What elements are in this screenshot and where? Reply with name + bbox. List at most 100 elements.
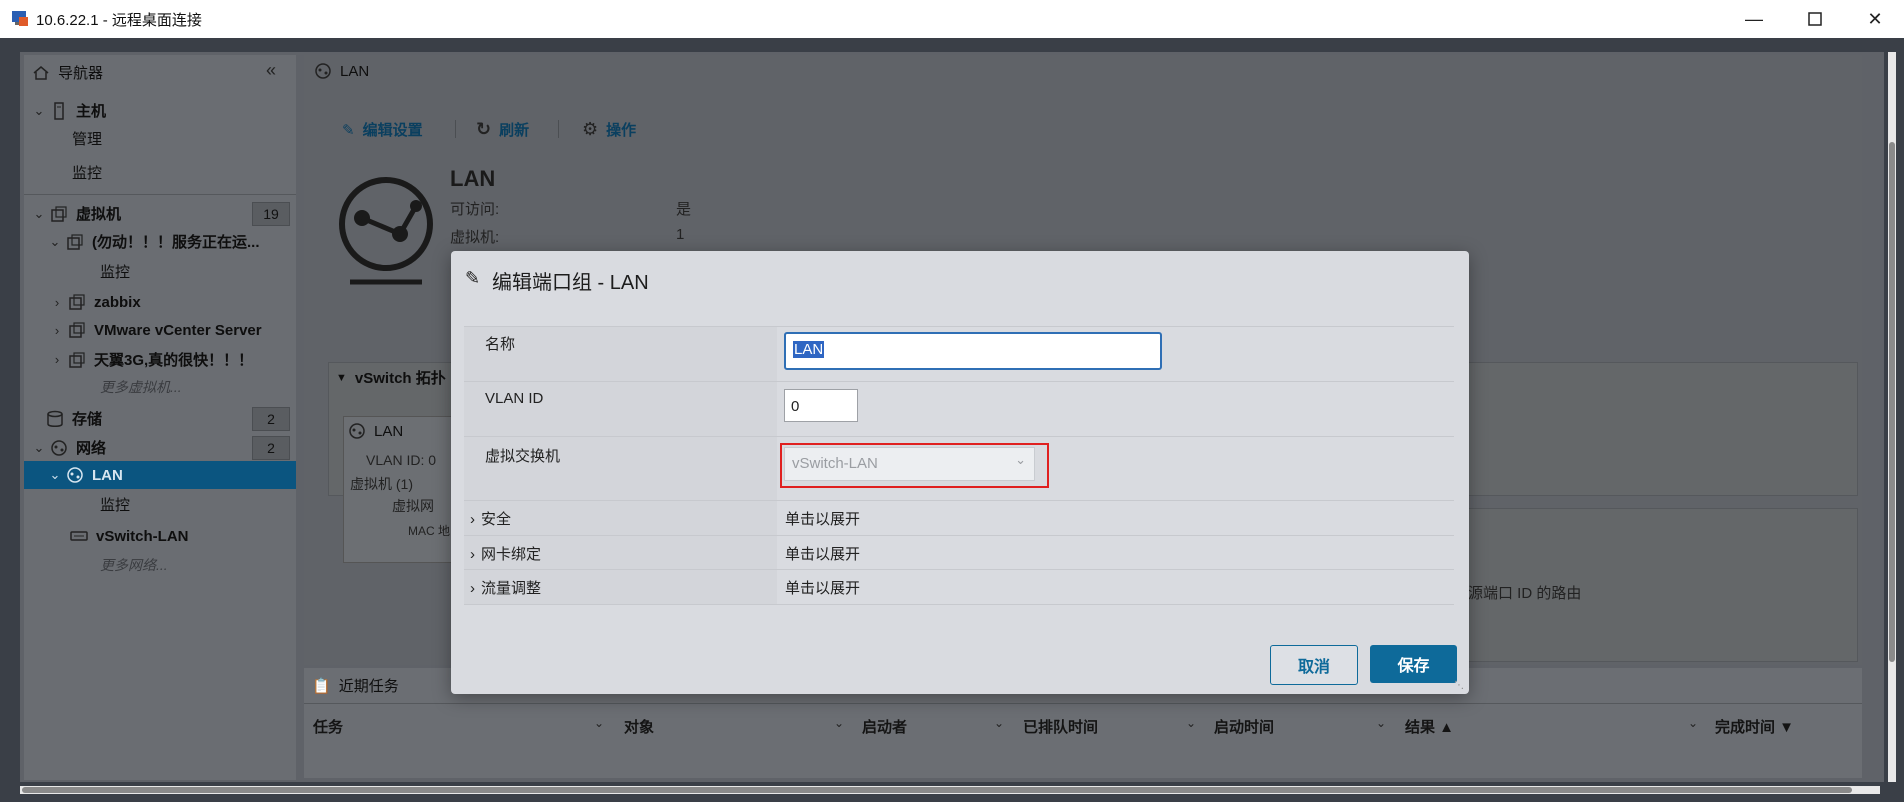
divider: [464, 500, 1454, 501]
storage-count-badge: 2: [252, 407, 290, 431]
chevron-right-icon[interactable]: ›: [470, 580, 475, 597]
minimize-icon[interactable]: —: [1739, 6, 1769, 32]
vm-icon: [69, 322, 85, 338]
info-value: 是: [676, 201, 692, 218]
scrollbar-thumb[interactable]: [22, 787, 1852, 793]
close-icon[interactable]: ✕: [1860, 6, 1890, 32]
recent-tasks-header: 📋 近期任务: [312, 677, 399, 696]
chevron-down-icon[interactable]: ⌄: [48, 467, 62, 483]
actions-button[interactable]: ⚙ 操作: [582, 119, 636, 140]
chevron-down-icon[interactable]: ⌄: [834, 716, 844, 730]
column-header-completed[interactable]: 完成时间 ▼: [1715, 716, 1794, 737]
column-header-started[interactable]: 启动时间: [1214, 716, 1274, 737]
chevron-down-icon[interactable]: ⌄: [994, 716, 1004, 730]
collapse-navigator-icon[interactable]: «: [266, 60, 276, 81]
cancel-button[interactable]: 取消: [1270, 645, 1358, 685]
divider: [464, 326, 1454, 327]
topology-header[interactable]: ▼ vSwitch 拓扑: [336, 367, 446, 388]
topology-vlan: VLAN ID: 0: [366, 452, 437, 468]
security-expand-hint[interactable]: 单击以展开: [785, 508, 860, 529]
nav-storage[interactable]: 存储: [46, 408, 102, 429]
scrollbar-thumb[interactable]: [1889, 142, 1895, 662]
topology-vms[interactable]: 虚拟机 (1): [350, 474, 413, 494]
column-header-queued[interactable]: 已排队时间: [1023, 716, 1098, 737]
info-key: 可访问:: [450, 201, 500, 218]
chevron-down-icon[interactable]: ⌄: [1186, 716, 1196, 730]
vm-icon: [69, 294, 85, 310]
divider: [464, 569, 1454, 570]
chevron-right-icon[interactable]: ›: [470, 511, 475, 528]
portgroup-icon: [315, 63, 331, 79]
chevron-down-icon[interactable]: ⌄: [32, 206, 46, 222]
nav-vm-item[interactable]: › zabbix: [50, 293, 141, 311]
chevron-down-icon[interactable]: ⌄: [1376, 716, 1386, 730]
window-titlebar: 10.6.22.1 - 远程桌面连接 — ✕: [0, 0, 1904, 38]
chevron-down-icon[interactable]: ⌄: [32, 440, 46, 456]
info-key: 虚拟机:: [450, 229, 500, 246]
chevron-down-icon[interactable]: ⌄: [48, 234, 62, 250]
vlan-id-field[interactable]: 0: [784, 389, 858, 422]
divider: [464, 436, 1454, 437]
navigator-header: 导航器: [32, 62, 103, 83]
traffic-shaping-expand-hint[interactable]: 单击以展开: [785, 577, 860, 598]
main-header: LAN: [314, 62, 369, 80]
chevron-down-icon[interactable]: ⌄: [594, 716, 604, 730]
chevron-down-icon[interactable]: ⌄: [32, 103, 46, 119]
topology-mac: MAC 地: [408, 524, 451, 538]
column-header-target[interactable]: 对象: [624, 716, 654, 737]
nav-more-vms[interactable]: 更多虚拟机...: [100, 377, 182, 397]
nav-host-manage[interactable]: 管理: [72, 128, 102, 149]
topology-vm-nic: 虚拟网: [392, 498, 434, 514]
vm-icon: [69, 351, 85, 368]
edit-settings-button[interactable]: ✎ 编辑设置: [342, 119, 423, 140]
divider: [558, 120, 559, 138]
nav-vm-item[interactable]: › 天翼3G,真的很快！！！: [50, 349, 253, 370]
portgroup-name: LAN: [450, 166, 496, 191]
chevron-right-icon[interactable]: ›: [50, 323, 64, 338]
nav-vm-item[interactable]: ⌄ (勿动！！！服务正在运...: [48, 231, 260, 252]
dialog-title: 编辑端口组 - LAN: [492, 272, 649, 294]
save-button[interactable]: 保存: [1370, 645, 1457, 683]
nav-vswitch[interactable]: vSwitch-LAN: [70, 527, 189, 545]
maximize-icon[interactable]: [1800, 6, 1830, 32]
chevron-down-icon[interactable]: ⌄: [1015, 452, 1026, 468]
nav-more-networks[interactable]: 更多网络...: [100, 555, 168, 575]
chevron-down-icon[interactable]: ⌄: [1688, 716, 1698, 730]
pencil-icon: ✎: [342, 121, 355, 139]
refresh-button[interactable]: ↻ 刷新: [476, 119, 529, 140]
vswitch-select[interactable]: vSwitch-LAN ⌄: [784, 447, 1035, 481]
chevron-right-icon[interactable]: ›: [470, 546, 475, 563]
nav-vms[interactable]: ⌄ 虚拟机: [32, 203, 121, 224]
nav-network-lan[interactable]: ⌄ LAN: [48, 466, 123, 484]
vswitch-icon: [70, 531, 88, 541]
storage-icon: [47, 410, 63, 427]
topology-card-title: LAN: [348, 422, 403, 440]
nav-network-monitor[interactable]: 监控: [100, 494, 130, 515]
nic-teaming-section[interactable]: › 网卡绑定: [470, 543, 541, 564]
nav-host-monitor[interactable]: 监控: [72, 162, 102, 183]
nav-vm-item[interactable]: › VMware vCenter Server: [50, 321, 262, 339]
nav-vm-monitor[interactable]: 监控: [100, 261, 130, 282]
nic-teaming-expand-hint[interactable]: 单击以展开: [785, 543, 860, 564]
info-value: 1: [676, 226, 685, 243]
vertical-scrollbar[interactable]: [1888, 52, 1896, 782]
chevron-right-icon[interactable]: ›: [50, 295, 64, 310]
nav-host[interactable]: ⌄ 主机: [32, 100, 106, 121]
column-header-result[interactable]: 结果 ▲: [1405, 716, 1454, 737]
chevron-down-icon[interactable]: ▼: [336, 372, 347, 384]
divider: [464, 381, 1454, 382]
security-section[interactable]: › 安全: [470, 508, 511, 529]
vm-icon: [67, 233, 83, 250]
resize-handle-icon[interactable]: ⋱: [1454, 680, 1464, 691]
column-header-task[interactable]: 任务: [313, 716, 343, 737]
column-header-initiator[interactable]: 启动者: [862, 716, 907, 737]
host-icon: [54, 101, 64, 120]
vswitch-label: 虚拟交换机: [485, 448, 561, 465]
vlan-label: VLAN ID: [485, 390, 544, 407]
divider: [455, 120, 456, 138]
chevron-right-icon[interactable]: ›: [50, 352, 64, 367]
horizontal-scrollbar[interactable]: [20, 786, 1880, 794]
traffic-shaping-section[interactable]: › 流量调整: [470, 577, 541, 598]
nav-network[interactable]: ⌄ 网络: [32, 437, 106, 458]
name-field[interactable]: LAN: [784, 332, 1162, 370]
